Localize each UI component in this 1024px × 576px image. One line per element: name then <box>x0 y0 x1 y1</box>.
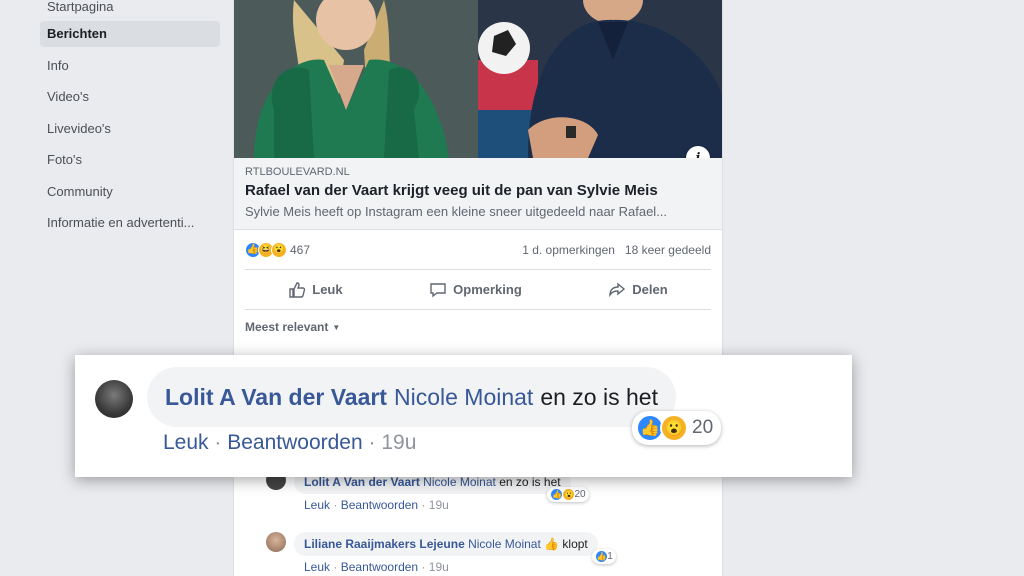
sidebar-item-community[interactable]: Community <box>40 176 220 208</box>
comment-like-link[interactable]: Leuk <box>304 560 330 574</box>
shares-count[interactable]: 18 keer gedeeld <box>625 243 711 257</box>
like-button[interactable]: Leuk <box>268 281 362 299</box>
comment-reactions[interactable]: 👍 😮 20 <box>547 487 589 502</box>
comment-label: Opmerking <box>453 282 522 297</box>
reaction-icons: 👍 😆 😮 <box>245 241 287 258</box>
post-actions: Leuk Opmerking Delen <box>245 270 711 310</box>
comment-meta: Leuk · Beantwoorden · 19u <box>163 431 417 454</box>
caret-down-icon: ▼ <box>332 322 341 332</box>
reaction-count: 467 <box>290 242 311 257</box>
comment-like-link[interactable]: Leuk <box>304 498 330 512</box>
photo-woman-green-dress <box>234 0 478 158</box>
commenter-avatar[interactable] <box>95 380 133 418</box>
sort-label: Meest relevant <box>245 320 329 334</box>
page-sidebar: Startpagina Berichten Info Video's Livev… <box>40 0 220 239</box>
comment-sort-dropdown[interactable]: Meest relevant ▼ <box>234 310 722 334</box>
sidebar-item-ad-info[interactable]: Informatie en advertenti... <box>40 208 220 240</box>
comment-reply-link[interactable]: Beantwoorden <box>227 431 362 454</box>
comment-like-link[interactable]: Leuk <box>163 431 209 454</box>
post-stats-bar: 👍 😆 😮 467 1 d. opmerkingen 18 keer gedee… <box>245 230 711 270</box>
comment-time[interactable]: 19u <box>429 560 449 574</box>
comment-tag[interactable]: Nicole Moinat <box>423 475 496 489</box>
sidebar-item-info[interactable]: Info <box>40 50 220 82</box>
news-post: i RTLBOULEVARD.NL Rafael van der Vaart k… <box>233 0 723 576</box>
comment-item: Liliane Raaijmakers Lejeune Nicole Moina… <box>266 532 616 574</box>
comment-reactions[interactable]: 👍 1 <box>592 549 616 564</box>
comment-tag[interactable]: Nicole Moinat <box>394 384 533 411</box>
link-preview-image[interactable]: i <box>234 0 722 158</box>
comment-time[interactable]: 19u <box>429 498 449 512</box>
comment-reactions[interactable]: 👍 😮 20 <box>632 411 722 445</box>
zoomed-comment-overlay: Lolit A Van der Vaart Nicole Moinat en z… <box>75 355 852 477</box>
link-preview[interactable]: RTLBOULEVARD.NL Rafael van der Vaart kri… <box>234 158 722 230</box>
sidebar-item-startpagina[interactable]: Startpagina <box>40 0 220 19</box>
comment-author[interactable]: Liliane Raaijmakers Lejeune <box>304 537 465 551</box>
photo-man-with-football <box>478 0 722 158</box>
comment-author[interactable]: Lolit A Van der Vaart <box>165 384 387 411</box>
commenter-avatar[interactable] <box>266 532 286 552</box>
comment-reaction-count: 20 <box>574 489 586 500</box>
comment-tag[interactable]: Nicole Moinat <box>468 537 541 551</box>
link-description: Sylvie Meis heeft op Instagram een klein… <box>245 204 668 219</box>
comment-meta: Leuk · Beantwoorden · 19u <box>304 498 449 512</box>
comment-reply-link[interactable]: Beantwoorden <box>341 560 418 574</box>
thumbs-up-icon <box>289 281 306 298</box>
comment-time[interactable]: 19u <box>381 431 416 454</box>
like-label: Leuk <box>312 282 343 297</box>
link-source: RTLBOULEVARD.NL <box>245 166 350 178</box>
comment-bubble: Lolit A Van der Vaart Nicole Moinat en z… <box>147 367 676 427</box>
comment-bubble: Liliane Raaijmakers Lejeune Nicole Moina… <box>294 532 616 564</box>
comment-author[interactable]: Lolit A Van der Vaart <box>304 475 420 489</box>
comment-reaction-count: 1 <box>607 551 613 562</box>
sidebar-item-livevideos[interactable]: Livevideo's <box>40 113 220 145</box>
comments-count[interactable]: 1 d. opmerkingen <box>522 243 615 257</box>
wow-reaction-icon: 😮 <box>271 241 287 258</box>
wow-reaction-icon: 😮 <box>660 414 688 442</box>
reaction-summary[interactable]: 👍 😆 😮 467 <box>245 241 311 258</box>
comment-reply-link[interactable]: Beantwoorden <box>341 498 418 512</box>
comment-meta: Leuk · Beantwoorden · 19u <box>304 560 449 574</box>
link-title[interactable]: Rafael van der Vaart krijgt veeg uit de … <box>245 182 710 199</box>
comment-bubble-icon <box>430 282 446 297</box>
share-button[interactable]: Delen <box>588 281 687 299</box>
share-label: Delen <box>632 282 668 297</box>
comment-button[interactable]: Opmerking <box>409 281 542 299</box>
share-arrow-icon <box>609 282 626 297</box>
sidebar-item-berichten[interactable]: Berichten <box>40 21 220 47</box>
comment-text: en zo is het <box>540 383 658 410</box>
sidebar-item-fotos[interactable]: Foto's <box>40 145 220 177</box>
comment-text: 👍 klopt <box>544 537 588 551</box>
comment-reaction-count: 20 <box>692 417 714 438</box>
sidebar-item-videos[interactable]: Video's <box>40 82 220 114</box>
